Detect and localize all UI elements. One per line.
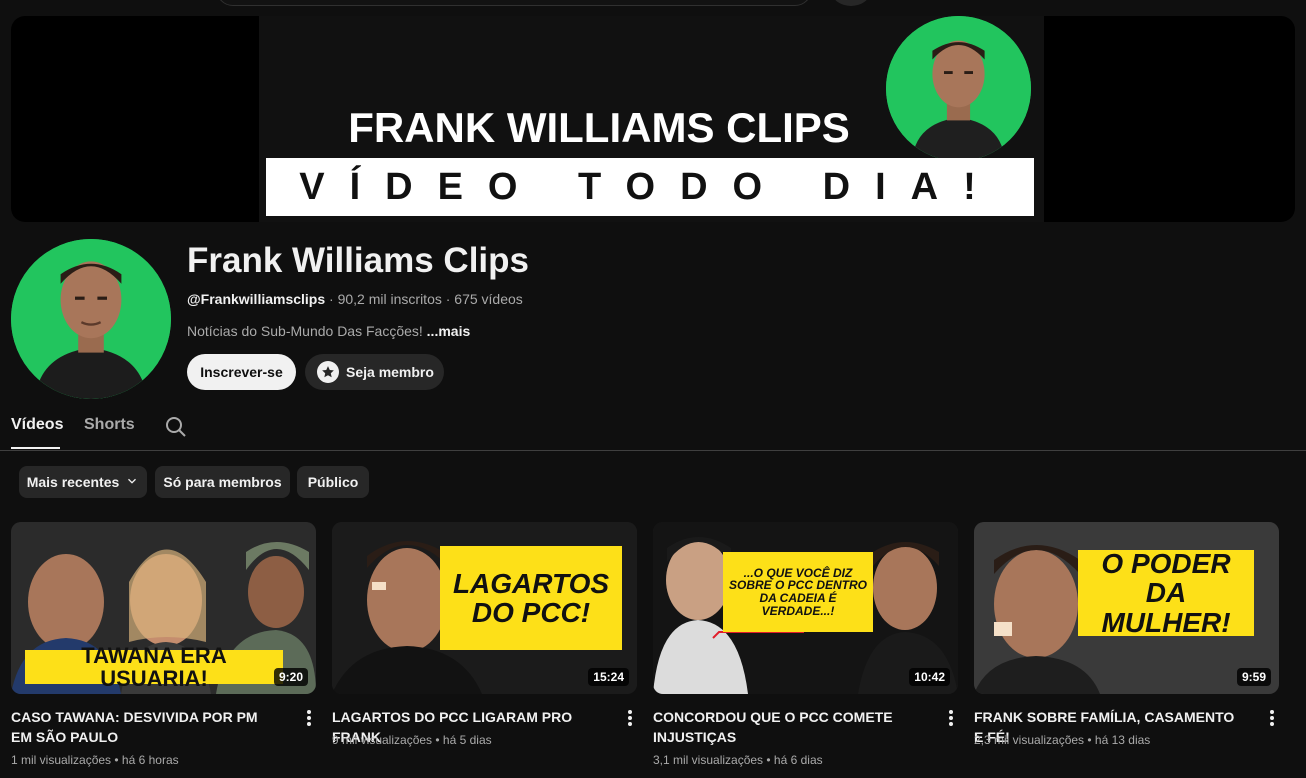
video-thumbnail[interactable]: ...O QUE VOCÊ DIZ SOBRE O PCC DENTRO DA … — [653, 522, 958, 694]
video-card[interactable]: ...O QUE VOCÊ DIZ SOBRE O PCC DENTRO DA … — [653, 522, 958, 767]
channel-handle[interactable]: @Frankwilliamsclips — [187, 291, 325, 307]
more-options-icon[interactable] — [947, 708, 955, 728]
video-meta: 3,1 mil visualizações • há 6 dias — [653, 753, 823, 767]
channel-stats: · 90,2 mil inscritos · 675 vídeos — [325, 291, 523, 307]
description-more-link[interactable]: ...mais — [427, 323, 471, 339]
video-age: há 5 dias — [442, 733, 492, 747]
thumbnail-caption: LAGARTOS DO PCC! — [440, 546, 622, 650]
banner-title: FRANK WILLIAMS CLIPS — [348, 104, 850, 151]
banner-tagline: VÍDEO TODO DIA! — [266, 158, 1034, 216]
video-duration: 10:42 — [909, 668, 950, 686]
video-views: 1 mil visualizações — [11, 753, 112, 767]
video-age: há 6 dias — [773, 753, 823, 767]
video-thumbnail[interactable]: O PODER DA MULHER! 9:59 — [974, 522, 1279, 694]
channel-banner: FRANK WILLIAMS CLIPS VÍDEO TODO DIA! — [11, 16, 1295, 222]
video-duration: 15:24 — [588, 668, 629, 686]
video-title[interactable]: CASO TAWANA: DESVIVIDA POR PM EM SÃO PAU… — [11, 707, 281, 747]
banner-portrait — [886, 16, 1031, 161]
join-membership-label: Seja membro — [346, 364, 434, 380]
thumbnail-caption: TAWANA ERA USUARIA! — [25, 644, 283, 690]
video-thumbnail[interactable]: TAWANA ERA USUARIA! 9:20 — [11, 522, 316, 694]
video-views: 9 mil visualizações — [332, 733, 433, 747]
video-thumbnail[interactable]: LAGARTOS DO PCC! 15:24 — [332, 522, 637, 694]
filter-members-only[interactable]: Só para membros — [155, 466, 290, 498]
video-views: 3,1 mil visualizações — [653, 753, 764, 767]
video-card[interactable]: O PODER DA MULHER! 9:59 FRANK SOBRE FAMÍ… — [974, 522, 1279, 747]
video-views: 2,3 mil visualizações — [974, 733, 1085, 747]
search-icon[interactable] — [164, 415, 188, 439]
video-duration: 9:20 — [273, 668, 308, 686]
search-bar[interactable] — [216, 0, 812, 6]
star-icon — [317, 361, 339, 383]
channel-meta: @Frankwilliamsclips · 90,2 mil inscritos… — [187, 291, 523, 307]
tab-videos[interactable]: Vídeos — [11, 416, 63, 434]
thumbnail-caption: ...O QUE VOCÊ DIZ SOBRE O PCC DENTRO DA … — [723, 552, 873, 632]
subscribe-button[interactable]: Inscrever-se — [187, 354, 296, 390]
thumbnail-caption: O PODER DA MULHER! — [1078, 549, 1254, 637]
sort-dropdown[interactable]: Mais recentes — [19, 466, 147, 498]
voice-search-button[interactable] — [832, 0, 870, 6]
description-text: Notícias do Sub-Mundo Das Facções! — [187, 323, 423, 339]
channel-tabs: Vídeos Shorts — [0, 404, 1306, 451]
more-options-icon[interactable] — [1268, 708, 1276, 728]
video-age: há 6 horas — [121, 753, 179, 767]
channel-name: Frank Williams Clips — [187, 241, 530, 280]
banner-art: FRANK WILLIAMS CLIPS VÍDEO TODO DIA! — [259, 16, 1044, 222]
filter-public[interactable]: Público — [297, 466, 369, 498]
chevron-down-icon — [125, 474, 139, 491]
channel-avatar[interactable] — [11, 239, 171, 399]
video-meta: 1 mil visualizações • há 6 horas — [11, 753, 179, 767]
tab-shorts[interactable]: Shorts — [84, 416, 135, 434]
video-card[interactable]: LAGARTOS DO PCC! 15:24 LAGARTOS DO PCC L… — [332, 522, 637, 747]
more-options-icon[interactable] — [626, 708, 634, 728]
video-age: há 13 dias — [1094, 733, 1151, 747]
video-meta: 9 mil visualizações • há 5 dias — [332, 733, 492, 747]
channel-description[interactable]: Notícias do Sub-Mundo Das Facções! ...ma… — [187, 323, 470, 339]
active-tab-indicator — [11, 447, 60, 449]
video-card[interactable]: TAWANA ERA USUARIA! 9:20 CASO TAWANA: DE… — [11, 522, 316, 767]
video-duration: 9:59 — [1236, 668, 1271, 686]
join-membership-button[interactable]: Seja membro — [305, 354, 444, 390]
video-title[interactable]: CONCORDOU QUE O PCC COMETE INJUSTIÇAS — [653, 707, 923, 747]
more-options-icon[interactable] — [305, 708, 313, 728]
sort-dropdown-label: Mais recentes — [26, 474, 120, 490]
video-meta: 2,3 mil visualizações • há 13 dias — [974, 733, 1151, 747]
